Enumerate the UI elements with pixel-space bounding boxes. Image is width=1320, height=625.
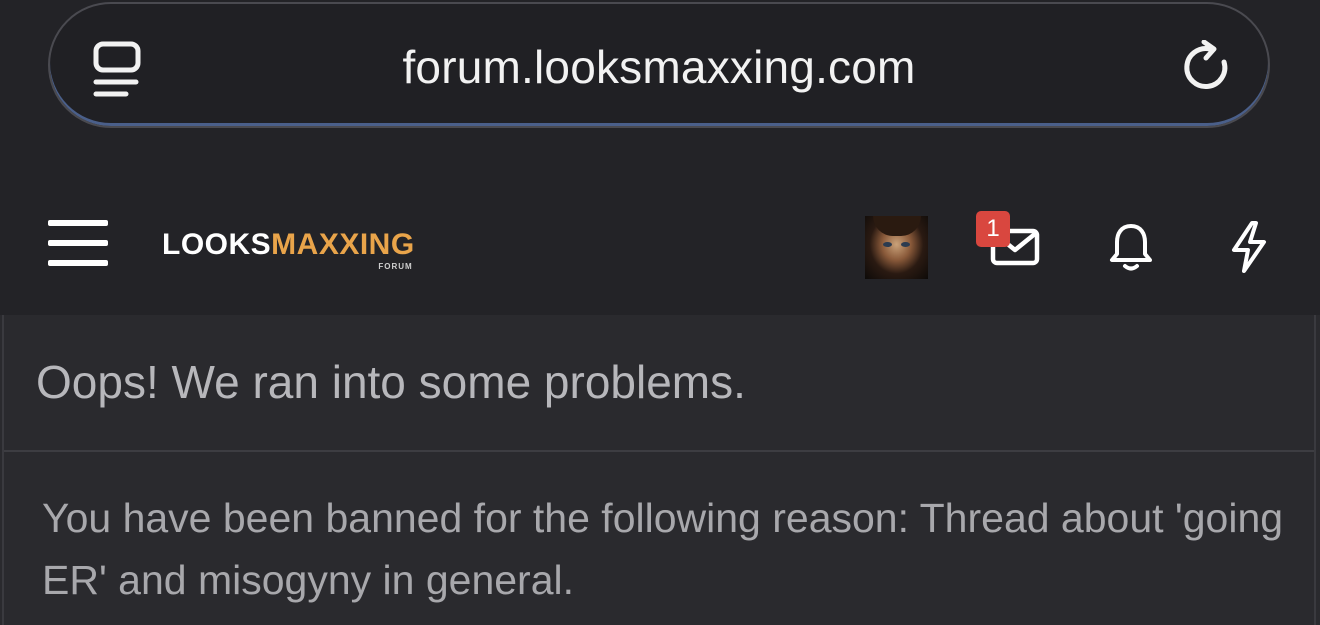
browser-chrome: forum.looksmaxxing.com: [0, 0, 1320, 190]
bolt-icon[interactable]: [1228, 220, 1270, 274]
logo-text-looks: LOOKS: [162, 228, 272, 261]
divider: [4, 450, 1314, 452]
menu-icon[interactable]: [48, 220, 108, 270]
inbox-count-badge: 1: [976, 211, 1010, 247]
bell-icon[interactable]: [1108, 222, 1154, 272]
address-bar[interactable]: forum.looksmaxxing.com: [48, 2, 1270, 128]
avatar[interactable]: [865, 216, 928, 279]
error-panel: Oops! We ran into some problems. You hav…: [2, 315, 1316, 625]
logo-text-maxxing: MAXXING: [271, 228, 415, 261]
main-content: Oops! We ran into some problems. You hav…: [0, 315, 1320, 625]
site-logo[interactable]: LOOKSMAXXING FORUM: [162, 228, 415, 271]
reload-icon[interactable]: [1180, 40, 1236, 96]
forum-header: LOOKSMAXXING FORUM 1: [0, 190, 1320, 315]
logo-subtitle: FORUM: [378, 262, 413, 271]
error-title: Oops! We ran into some problems.: [36, 356, 746, 408]
url-text[interactable]: forum.looksmaxxing.com: [50, 40, 1268, 94]
ban-message: You have been banned for the following r…: [42, 495, 1284, 603]
